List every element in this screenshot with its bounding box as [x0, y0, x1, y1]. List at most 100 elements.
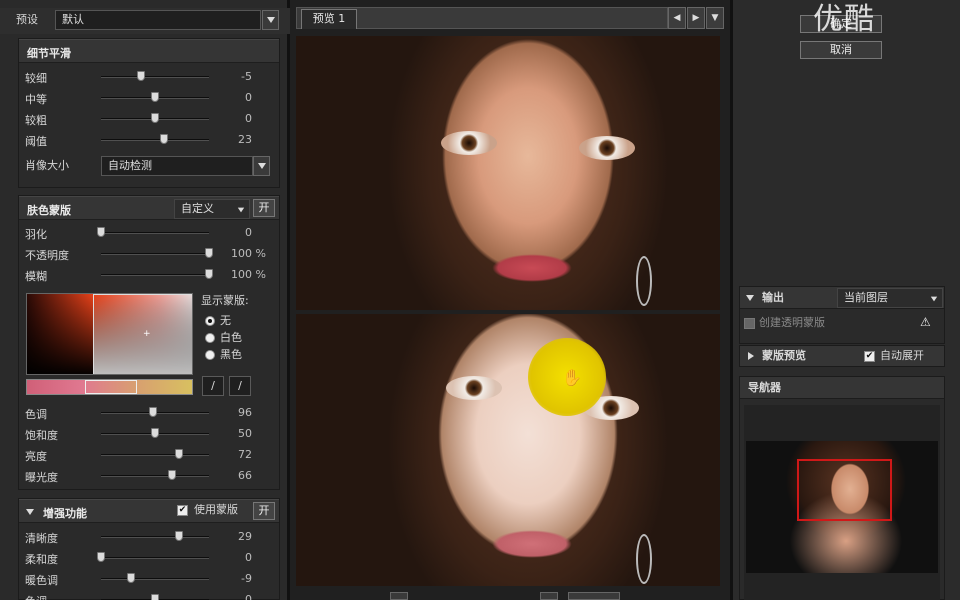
youku-watermark: 优酷: [813, 2, 875, 37]
lips: [492, 254, 572, 282]
slider-track[interactable]: [101, 139, 209, 141]
create-mask-checkbox[interactable]: [744, 318, 755, 329]
navigator-view-frame[interactable]: [797, 459, 892, 521]
detail-title: 细节平滑: [27, 47, 71, 60]
slider-handle[interactable]: [174, 531, 183, 541]
slider-handle[interactable]: [151, 92, 159, 102]
preset-select[interactable]: 默认: [55, 10, 261, 30]
slider-row-skin.hue_sliders-3: 曝光度 66: [0, 466, 290, 486]
output-value: 当前图层: [844, 291, 888, 304]
slider-value: 0: [245, 551, 252, 564]
slider-handle[interactable]: [97, 227, 105, 237]
hand-cursor-icon: ✋: [562, 368, 582, 387]
zoom-out-button[interactable]: [390, 592, 408, 600]
chevron-down-icon: [257, 162, 266, 169]
slider-value: 100: [231, 247, 252, 260]
use-mask-label: 使用蒙版: [194, 503, 238, 516]
zoom-in-button[interactable]: [540, 592, 558, 600]
slider-label: 色调: [25, 593, 47, 600]
mask-option-radio[interactable]: [205, 350, 215, 360]
slider-handle[interactable]: [151, 113, 159, 123]
color-picker[interactable]: +: [26, 293, 193, 375]
slider-value: 100: [231, 268, 252, 281]
lips: [492, 530, 572, 558]
slider-row-detail.sliders-2: 较粗 0: [0, 109, 290, 129]
slider-label: 曝光度: [25, 471, 58, 484]
output-select[interactable]: 当前图层: [837, 288, 943, 308]
skin-toggle-button[interactable]: 开: [253, 199, 275, 217]
tab-menu-icon[interactable]: ▼: [706, 7, 724, 29]
slider-handle[interactable]: [168, 470, 177, 480]
crosshair-icon: +: [143, 329, 151, 339]
mask-option-radio[interactable]: [205, 316, 215, 326]
slider-handle[interactable]: [97, 552, 105, 562]
slider-row-enhance.sliders-1: 柔和度 0: [0, 548, 290, 568]
slider-handle[interactable]: [148, 407, 157, 417]
earring: [636, 256, 652, 306]
preset-dropdown-button[interactable]: [262, 10, 279, 30]
slider-handle[interactable]: [136, 71, 145, 81]
slider-label: 中等: [25, 93, 47, 106]
slider-handle[interactable]: [151, 428, 159, 438]
zoom-level-field[interactable]: [568, 592, 620, 600]
expand-arrow-icon[interactable]: [748, 352, 754, 360]
portrait-size-dropdown-button[interactable]: [253, 156, 270, 176]
slider-track[interactable]: [101, 76, 209, 78]
enhance-title: 增强功能: [43, 507, 87, 520]
slider-row-skin.hue_sliders-0: 色调 96: [0, 403, 290, 423]
slider-unit: %: [255, 268, 266, 281]
prev-tab-icon[interactable]: ◀: [668, 7, 686, 29]
slider-track[interactable]: [101, 274, 209, 276]
hue-strip[interactable]: [26, 379, 193, 395]
tab-preview-1[interactable]: 预览 1: [301, 9, 357, 29]
slider-track[interactable]: [101, 253, 209, 255]
mask-option-label: 白色: [220, 331, 242, 344]
cancel-button[interactable]: 取消: [800, 41, 882, 59]
preset-label: 预设: [16, 13, 38, 26]
slider-track[interactable]: [101, 536, 209, 538]
eyedropper-icon[interactable]: ∕: [202, 376, 224, 396]
slider-row-skin.sliders-1: 不透明度 100%: [0, 244, 290, 264]
navigator-header: 导航器: [740, 377, 944, 399]
hue-range-box[interactable]: [85, 380, 137, 394]
collapse-arrow-icon[interactable]: [746, 295, 754, 301]
slider-handle[interactable]: [151, 594, 159, 600]
slider-handle[interactable]: [159, 134, 168, 144]
slider-track[interactable]: [101, 557, 209, 559]
collapse-arrow-icon[interactable]: [26, 509, 34, 515]
mask-option-radio[interactable]: [205, 333, 215, 343]
original-preview-image[interactable]: [296, 36, 720, 310]
slider-track[interactable]: [101, 232, 209, 234]
slider-label: 较粗: [25, 114, 47, 127]
slider-track[interactable]: [101, 454, 209, 456]
chevron-down-icon: [266, 16, 275, 23]
enhance-header: 增强功能: [19, 499, 279, 523]
eyedropper-plus-icon[interactable]: ∕: [229, 376, 251, 396]
slider-track[interactable]: [101, 578, 209, 580]
slider-row-detail.sliders-3: 阈值 23: [0, 130, 290, 150]
navigator-label: 导航器: [748, 381, 781, 394]
auto-expand-checkbox[interactable]: ✔: [864, 351, 875, 362]
create-mask-label: 创建透明蒙版: [759, 316, 825, 329]
slider-value: 0: [245, 91, 252, 104]
chevron-down-icon: [237, 207, 245, 213]
slider-handle[interactable]: [174, 449, 183, 459]
slider-row-skin.sliders-0: 羽化 0: [0, 223, 290, 243]
use-mask-checkbox[interactable]: ✔: [177, 505, 188, 516]
slider-value: 96: [238, 406, 252, 419]
portrait-size-select[interactable]: 自动检测: [101, 156, 253, 176]
slider-label: 不透明度: [25, 249, 69, 262]
skin-mode-select[interactable]: 自定义: [174, 199, 250, 219]
earring: [636, 534, 652, 584]
slider-row-detail.sliders-0: 较细 -5: [0, 67, 290, 87]
slider-track[interactable]: [101, 475, 209, 477]
enhance-toggle-button[interactable]: 开: [253, 502, 275, 520]
next-tab-icon[interactable]: ▶: [687, 7, 705, 29]
slider-row-detail.sliders-1: 中等 0: [0, 88, 290, 108]
output-label: 输出: [762, 291, 784, 304]
mask-preview-label: 蒙版预览: [762, 349, 806, 362]
slider-value: 29: [238, 530, 252, 543]
retouched-preview-image[interactable]: ✋: [296, 314, 720, 586]
slider-handle[interactable]: [127, 573, 136, 583]
navigator-thumbnail[interactable]: [746, 441, 938, 573]
